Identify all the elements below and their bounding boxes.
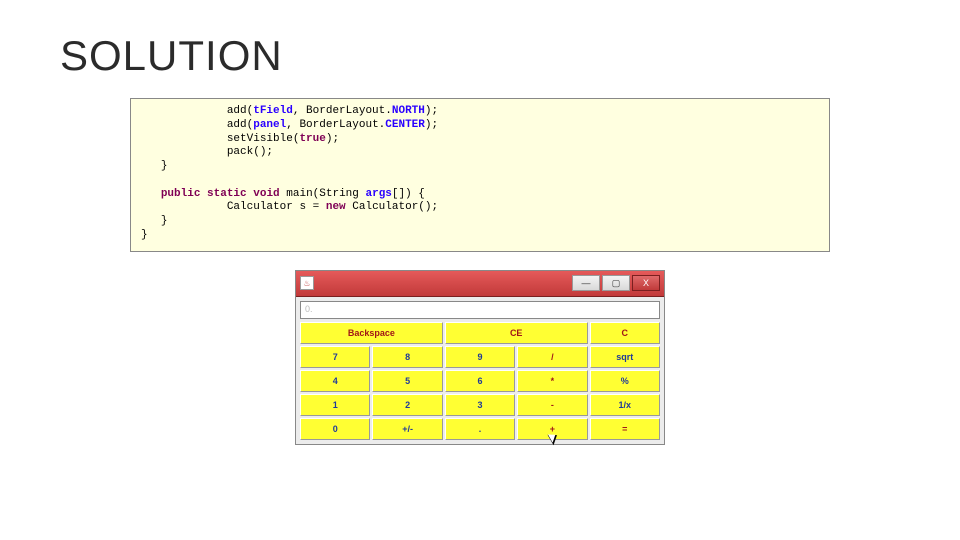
code-block: add(tField, BorderLayout.NORTH); add(pan… xyxy=(130,98,830,252)
key-inverse[interactable]: 1/x xyxy=(590,394,660,416)
calculator-window: ♨ — ▢ X 0. Backspace CE C 7 8 9 / sqrt 4… xyxy=(295,270,665,445)
key-0[interactable]: 0 xyxy=(300,418,370,440)
key-7[interactable]: 7 xyxy=(300,346,370,368)
key-2[interactable]: 2 xyxy=(372,394,442,416)
key-dot[interactable]: . xyxy=(445,418,515,440)
slide: SOLUTION add(tField, BorderLayout.NORTH)… xyxy=(0,0,960,540)
maximize-button[interactable]: ▢ xyxy=(602,275,630,291)
key-c[interactable]: C xyxy=(590,322,660,344)
calc-display: 0. xyxy=(300,301,660,319)
key-ce[interactable]: CE xyxy=(445,322,588,344)
window-titlebar[interactable]: ♨ — ▢ X xyxy=(296,271,664,297)
key-plusminus[interactable]: +/- xyxy=(372,418,442,440)
calculator-body: 0. Backspace CE C 7 8 9 / sqrt 4 5 6 * %… xyxy=(296,297,664,444)
keypad: Backspace CE C 7 8 9 / sqrt 4 5 6 * % 1 … xyxy=(300,322,660,440)
key-divide[interactable]: / xyxy=(517,346,587,368)
minimize-button[interactable]: — xyxy=(572,275,600,291)
key-backspace[interactable]: Backspace xyxy=(300,322,443,344)
key-percent[interactable]: % xyxy=(590,370,660,392)
key-multiply[interactable]: * xyxy=(517,370,587,392)
key-4[interactable]: 4 xyxy=(300,370,370,392)
key-sqrt[interactable]: sqrt xyxy=(590,346,660,368)
key-3[interactable]: 3 xyxy=(445,394,515,416)
close-button[interactable]: X xyxy=(632,275,660,291)
key-8[interactable]: 8 xyxy=(372,346,442,368)
key-equals[interactable]: = xyxy=(590,418,660,440)
key-subtract[interactable]: - xyxy=(517,394,587,416)
key-9[interactable]: 9 xyxy=(445,346,515,368)
key-1[interactable]: 1 xyxy=(300,394,370,416)
page-title: SOLUTION xyxy=(60,32,900,80)
java-icon: ♨ xyxy=(300,276,314,290)
key-6[interactable]: 6 xyxy=(445,370,515,392)
key-5[interactable]: 5 xyxy=(372,370,442,392)
key-add[interactable]: + xyxy=(517,418,587,440)
